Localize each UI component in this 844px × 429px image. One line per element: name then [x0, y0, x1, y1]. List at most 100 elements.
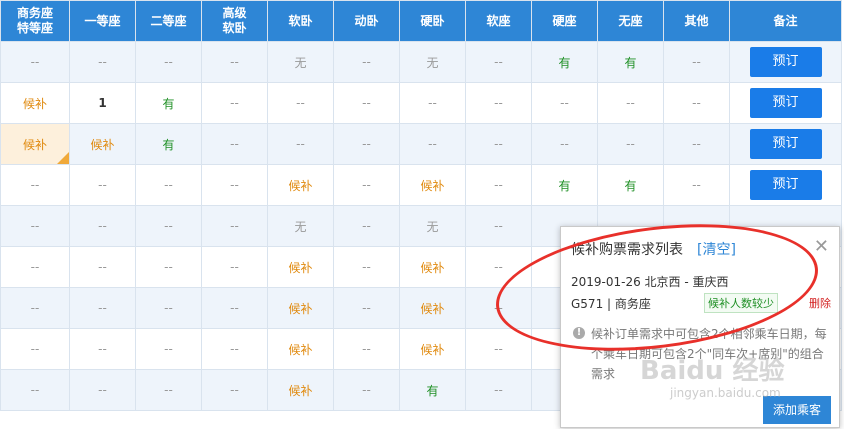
seat-cell: -- — [135, 328, 202, 370]
seat-cell: -- — [201, 205, 268, 247]
seat-cell: -- — [333, 41, 400, 83]
table-row: 候补 1 有 -- -- -- -- -- -- -- -- 预订 — [0, 82, 842, 124]
seat-cell: -- — [663, 41, 730, 83]
seat-cell: -- — [333, 369, 400, 411]
popup-title: 候补购票需求列表 — [571, 242, 683, 258]
seat-cell: -- — [663, 164, 730, 206]
book-button[interactable]: 预订 — [749, 170, 822, 200]
seat-cell[interactable]: 候补 — [69, 123, 136, 165]
column-header: 备注 — [729, 0, 842, 42]
selected-corner-mark — [57, 152, 69, 164]
seat-cell[interactable]: 候补 — [267, 246, 334, 288]
seat-cell: -- — [465, 369, 532, 411]
seat-cell: -- — [69, 328, 136, 370]
column-header: 软座 — [465, 0, 532, 42]
delete-link[interactable]: 删除 — [809, 295, 831, 311]
waitlist-popup: 候补购票需求列表 [清空] ✕ 2019-01-26 北京西 - 重庆西 G57… — [560, 226, 840, 428]
seat-cell[interactable]: 候补 — [267, 164, 334, 206]
seat-cell: -- — [135, 246, 202, 288]
seat-cell: -- — [267, 123, 334, 165]
seat-cell: -- — [69, 246, 136, 288]
seat-cell[interactable]: 候补 — [0, 82, 70, 124]
seat-cell: -- — [201, 369, 268, 411]
popup-note: 候补订单需求中可包含2个相邻乘车日期，每个乘车日期可包含2个"同车次+席别"的组… — [591, 327, 827, 381]
seat-cell: 无 — [399, 205, 466, 247]
seat-cell: 有 — [597, 41, 664, 83]
seat-cell: -- — [465, 41, 532, 83]
seat-cell: -- — [399, 82, 466, 124]
seat-cell: -- — [201, 287, 268, 329]
seat-cell: -- — [0, 41, 70, 83]
clear-link[interactable]: [清空] — [697, 239, 736, 259]
seat-cell[interactable]: 候补 — [399, 164, 466, 206]
seat-cell: -- — [531, 123, 598, 165]
seat-cell: 无 — [399, 41, 466, 83]
seat-cell: -- — [201, 41, 268, 83]
column-header: 一等座 — [69, 0, 136, 42]
seat-cell: 无 — [267, 41, 334, 83]
seat-cell[interactable]: 候补 — [399, 287, 466, 329]
seat-cell: -- — [333, 82, 400, 124]
seat-cell: -- — [135, 205, 202, 247]
seat-cell: -- — [135, 287, 202, 329]
column-header: 高级 软卧 — [201, 0, 268, 42]
seat-cell: 有 — [531, 164, 598, 206]
seat-cell: -- — [465, 123, 532, 165]
column-header: 商务座 特等座 — [0, 0, 70, 42]
seat-cell: -- — [69, 287, 136, 329]
seat-cell: -- — [201, 123, 268, 165]
seat-cell: -- — [0, 205, 70, 247]
seat-cell: -- — [69, 205, 136, 247]
seat-cell: -- — [201, 246, 268, 288]
close-icon[interactable]: ✕ — [814, 236, 829, 257]
book-button[interactable]: 预订 — [749, 129, 822, 159]
seat-cell[interactable]: 候补 — [267, 369, 334, 411]
seat-cell: 1 — [69, 82, 136, 124]
seat-cell: -- — [333, 123, 400, 165]
seat-cell: -- — [465, 205, 532, 247]
add-passenger-button[interactable]: 添加乘客 — [763, 396, 831, 424]
table-row: 候补 候补有 -- -- -- -- -- -- -- -- 预订 — [0, 123, 842, 165]
info-icon: ! — [573, 327, 585, 339]
seat-cell: 有 — [531, 41, 598, 83]
seat-cell[interactable]: 候补 — [267, 287, 334, 329]
seat-cell: -- — [465, 246, 532, 288]
seat-cell: 有 — [597, 164, 664, 206]
seat-cell: -- — [201, 328, 268, 370]
seat-cell: -- — [465, 82, 532, 124]
seat-cell: 有 — [135, 82, 202, 124]
seat-cell: -- — [135, 369, 202, 411]
seat-cell: -- — [69, 41, 136, 83]
seat-cell: -- — [333, 246, 400, 288]
seat-cell: -- — [399, 123, 466, 165]
column-header: 其他 — [663, 0, 730, 42]
seat-cell: -- — [0, 164, 70, 206]
route-text: 2019-01-26 北京西 - 重庆西 — [571, 275, 729, 289]
column-header: 无座 — [597, 0, 664, 42]
seat-cell: -- — [69, 369, 136, 411]
table-row: -- -- -- -- 候补 -- 候补 -- 有有 -- 预订 — [0, 164, 842, 206]
seat-cell: -- — [333, 164, 400, 206]
book-button[interactable]: 预订 — [749, 88, 822, 118]
seat-cell: -- — [0, 369, 70, 411]
column-header: 硬卧 — [399, 0, 466, 42]
seat-cell: -- — [69, 164, 136, 206]
seat-cell: -- — [465, 328, 532, 370]
seat-cell: -- — [0, 328, 70, 370]
train-seat-text: G571 | 商务座 — [571, 297, 651, 311]
seat-cell[interactable]: 候补 — [0, 123, 70, 165]
seat-cell: 无 — [267, 205, 334, 247]
seat-cell: -- — [135, 41, 202, 83]
action-cell: 预订 — [729, 82, 842, 124]
book-button[interactable]: 预订 — [749, 47, 822, 77]
column-header: 硬座 — [531, 0, 598, 42]
seat-cell: -- — [465, 287, 532, 329]
seat-cell[interactable]: 候补 — [399, 328, 466, 370]
seat-cell: -- — [135, 164, 202, 206]
column-header: 二等座 — [135, 0, 202, 42]
seat-cell[interactable]: 候补 — [267, 328, 334, 370]
seat-cell: -- — [0, 246, 70, 288]
seat-cell[interactable]: 候补 — [399, 246, 466, 288]
action-cell: 预订 — [729, 41, 842, 83]
seat-cell: -- — [333, 328, 400, 370]
